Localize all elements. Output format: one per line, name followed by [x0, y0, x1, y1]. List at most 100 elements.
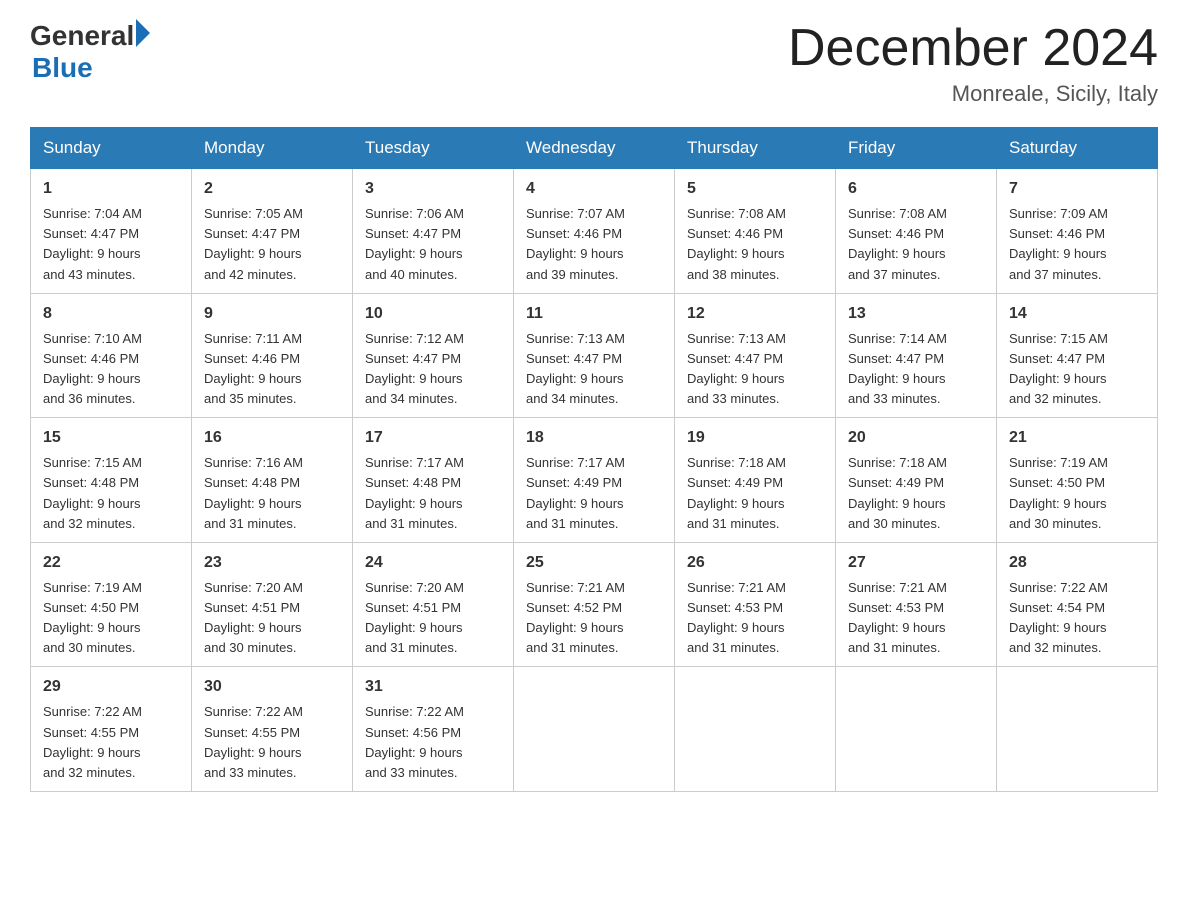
- day-info: Sunrise: 7:20 AMSunset: 4:51 PMDaylight:…: [204, 578, 340, 659]
- day-info: Sunrise: 7:13 AMSunset: 4:47 PMDaylight:…: [687, 329, 823, 410]
- calendar-week-row: 29 Sunrise: 7:22 AMSunset: 4:55 PMDayligh…: [31, 667, 1158, 792]
- day-number: 30: [204, 675, 340, 699]
- day-number: 23: [204, 551, 340, 575]
- day-number: 2: [204, 177, 340, 201]
- calendar-week-row: 15 Sunrise: 7:15 AMSunset: 4:48 PMDayligh…: [31, 418, 1158, 543]
- day-number: 22: [43, 551, 179, 575]
- day-info: Sunrise: 7:06 AMSunset: 4:47 PMDaylight:…: [365, 204, 501, 285]
- day-info: Sunrise: 7:18 AMSunset: 4:49 PMDaylight:…: [848, 453, 984, 534]
- calendar-day-cell: 4Sunrise: 7:07 AMSunset: 4:46 PMDaylight…: [514, 169, 675, 294]
- calendar-day-cell: 16 Sunrise: 7:16 AMSunset: 4:48 PMDayligh…: [192, 418, 353, 543]
- calendar-day-cell: [675, 667, 836, 792]
- day-info: Sunrise: 7:20 AMSunset: 4:51 PMDaylight:…: [365, 578, 501, 659]
- day-number: 20: [848, 426, 984, 450]
- day-number: 28: [1009, 551, 1145, 575]
- day-number: 19: [687, 426, 823, 450]
- calendar-day-cell: 19 Sunrise: 7:18 AMSunset: 4:49 PMDayligh…: [675, 418, 836, 543]
- day-info: Sunrise: 7:07 AMSunset: 4:46 PMDaylight:…: [526, 204, 662, 285]
- logo-blue-text: Blue: [32, 52, 93, 83]
- calendar-day-cell: 29Sunrise: 7:22 AMSunset: 4:55 PMDayligh…: [31, 667, 192, 792]
- day-info: Sunrise: 7:11 AMSunset: 4:46 PMDaylight:…: [204, 329, 340, 410]
- day-number: 27: [848, 551, 984, 575]
- calendar-day-cell: [836, 667, 997, 792]
- calendar-day-cell: 14 Sunrise: 7:15 AMSunset: 4:47 PMDayligh…: [997, 293, 1158, 418]
- calendar-day-cell: 27Sunrise: 7:21 AMSunset: 4:53 PMDayligh…: [836, 542, 997, 667]
- calendar-day-cell: [514, 667, 675, 792]
- day-number: 7: [1009, 177, 1145, 201]
- calendar-day-cell: 31 Sunrise: 7:22 AMSunset: 4:56 PMDayligh…: [353, 667, 514, 792]
- page-header: General Blue December 2024 Monreale, Sic…: [30, 20, 1158, 107]
- location-title: Monreale, Sicily, Italy: [788, 81, 1158, 107]
- day-number: 31: [365, 675, 501, 699]
- calendar-week-row: 1Sunrise: 7:04 AMSunset: 4:47 PMDaylight…: [31, 169, 1158, 294]
- calendar-day-cell: 8Sunrise: 7:10 AMSunset: 4:46 PMDaylight…: [31, 293, 192, 418]
- day-info: Sunrise: 7:09 AMSunset: 4:46 PMDaylight:…: [1009, 204, 1145, 285]
- day-number: 1: [43, 177, 179, 201]
- day-info: Sunrise: 7:15 AMSunset: 4:48 PMDaylight:…: [43, 453, 179, 534]
- day-number: 24: [365, 551, 501, 575]
- day-info: Sunrise: 7:18 AMSunset: 4:49 PMDaylight:…: [687, 453, 823, 534]
- calendar-day-cell: 2 Sunrise: 7:05 AMSunset: 4:47 PMDaylight…: [192, 169, 353, 294]
- calendar-day-cell: 9 Sunrise: 7:11 AMSunset: 4:46 PMDaylight…: [192, 293, 353, 418]
- day-info: Sunrise: 7:19 AMSunset: 4:50 PMDaylight:…: [43, 578, 179, 659]
- day-info: Sunrise: 7:13 AMSunset: 4:47 PMDaylight:…: [526, 329, 662, 410]
- day-number: 11: [526, 302, 662, 326]
- day-number: 9: [204, 302, 340, 326]
- column-header-saturday: Saturday: [997, 128, 1158, 169]
- day-number: 5: [687, 177, 823, 201]
- day-number: 16: [204, 426, 340, 450]
- calendar-week-row: 8Sunrise: 7:10 AMSunset: 4:46 PMDaylight…: [31, 293, 1158, 418]
- calendar-day-cell: 15 Sunrise: 7:15 AMSunset: 4:48 PMDayligh…: [31, 418, 192, 543]
- calendar-day-cell: 21Sunrise: 7:19 AMSunset: 4:50 PMDayligh…: [997, 418, 1158, 543]
- logo-area: General Blue: [30, 20, 150, 84]
- day-number: 15: [43, 426, 179, 450]
- day-number: 17: [365, 426, 501, 450]
- column-header-thursday: Thursday: [675, 128, 836, 169]
- calendar-day-cell: 6Sunrise: 7:08 AMSunset: 4:46 PMDaylight…: [836, 169, 997, 294]
- logo-triangle-icon: [136, 19, 150, 47]
- month-title: December 2024: [788, 20, 1158, 77]
- day-number: 25: [526, 551, 662, 575]
- column-header-friday: Friday: [836, 128, 997, 169]
- day-info: Sunrise: 7:17 AMSunset: 4:48 PMDaylight:…: [365, 453, 501, 534]
- day-info: Sunrise: 7:05 AMSunset: 4:47 PMDaylight:…: [204, 204, 340, 285]
- calendar-day-cell: 7 Sunrise: 7:09 AMSunset: 4:46 PMDaylight…: [997, 169, 1158, 294]
- calendar-table: SundayMondayTuesdayWednesdayThursdayFrid…: [30, 127, 1158, 792]
- calendar-day-cell: 3 Sunrise: 7:06 AMSunset: 4:47 PMDaylight…: [353, 169, 514, 294]
- day-number: 13: [848, 302, 984, 326]
- logo: General: [30, 20, 150, 52]
- calendar-day-cell: 10Sunrise: 7:12 AMSunset: 4:47 PMDayligh…: [353, 293, 514, 418]
- calendar-day-cell: 25 Sunrise: 7:21 AMSunset: 4:52 PMDayligh…: [514, 542, 675, 667]
- calendar-day-cell: 20 Sunrise: 7:18 AMSunset: 4:49 PMDayligh…: [836, 418, 997, 543]
- day-number: 6: [848, 177, 984, 201]
- calendar-day-cell: 26Sunrise: 7:21 AMSunset: 4:53 PMDayligh…: [675, 542, 836, 667]
- day-info: Sunrise: 7:15 AMSunset: 4:47 PMDaylight:…: [1009, 329, 1145, 410]
- calendar-day-cell: 22 Sunrise: 7:19 AMSunset: 4:50 PMDayligh…: [31, 542, 192, 667]
- column-header-monday: Monday: [192, 128, 353, 169]
- day-info: Sunrise: 7:16 AMSunset: 4:48 PMDaylight:…: [204, 453, 340, 534]
- logo-general-text: General: [30, 20, 134, 52]
- day-number: 3: [365, 177, 501, 201]
- calendar-day-cell: 17 Sunrise: 7:17 AMSunset: 4:48 PMDayligh…: [353, 418, 514, 543]
- day-info: Sunrise: 7:22 AMSunset: 4:55 PMDaylight:…: [204, 702, 340, 783]
- calendar-day-cell: [997, 667, 1158, 792]
- day-info: Sunrise: 7:22 AMSunset: 4:56 PMDaylight:…: [365, 702, 501, 783]
- calendar-day-cell: 11 Sunrise: 7:13 AMSunset: 4:47 PMDayligh…: [514, 293, 675, 418]
- day-number: 14: [1009, 302, 1145, 326]
- calendar-day-cell: 24 Sunrise: 7:20 AMSunset: 4:51 PMDayligh…: [353, 542, 514, 667]
- day-number: 29: [43, 675, 179, 699]
- day-info: Sunrise: 7:14 AMSunset: 4:47 PMDaylight:…: [848, 329, 984, 410]
- calendar-header-row: SundayMondayTuesdayWednesdayThursdayFrid…: [31, 128, 1158, 169]
- column-header-sunday: Sunday: [31, 128, 192, 169]
- calendar-day-cell: 1Sunrise: 7:04 AMSunset: 4:47 PMDaylight…: [31, 169, 192, 294]
- calendar-day-cell: 30 Sunrise: 7:22 AMSunset: 4:55 PMDayligh…: [192, 667, 353, 792]
- day-number: 10: [365, 302, 501, 326]
- day-info: Sunrise: 7:21 AMSunset: 4:53 PMDaylight:…: [687, 578, 823, 659]
- day-number: 18: [526, 426, 662, 450]
- calendar-day-cell: 28Sunrise: 7:22 AMSunset: 4:54 PMDayligh…: [997, 542, 1158, 667]
- calendar-day-cell: 23 Sunrise: 7:20 AMSunset: 4:51 PMDayligh…: [192, 542, 353, 667]
- column-header-wednesday: Wednesday: [514, 128, 675, 169]
- day-info: Sunrise: 7:10 AMSunset: 4:46 PMDaylight:…: [43, 329, 179, 410]
- day-info: Sunrise: 7:17 AMSunset: 4:49 PMDaylight:…: [526, 453, 662, 534]
- day-info: Sunrise: 7:21 AMSunset: 4:52 PMDaylight:…: [526, 578, 662, 659]
